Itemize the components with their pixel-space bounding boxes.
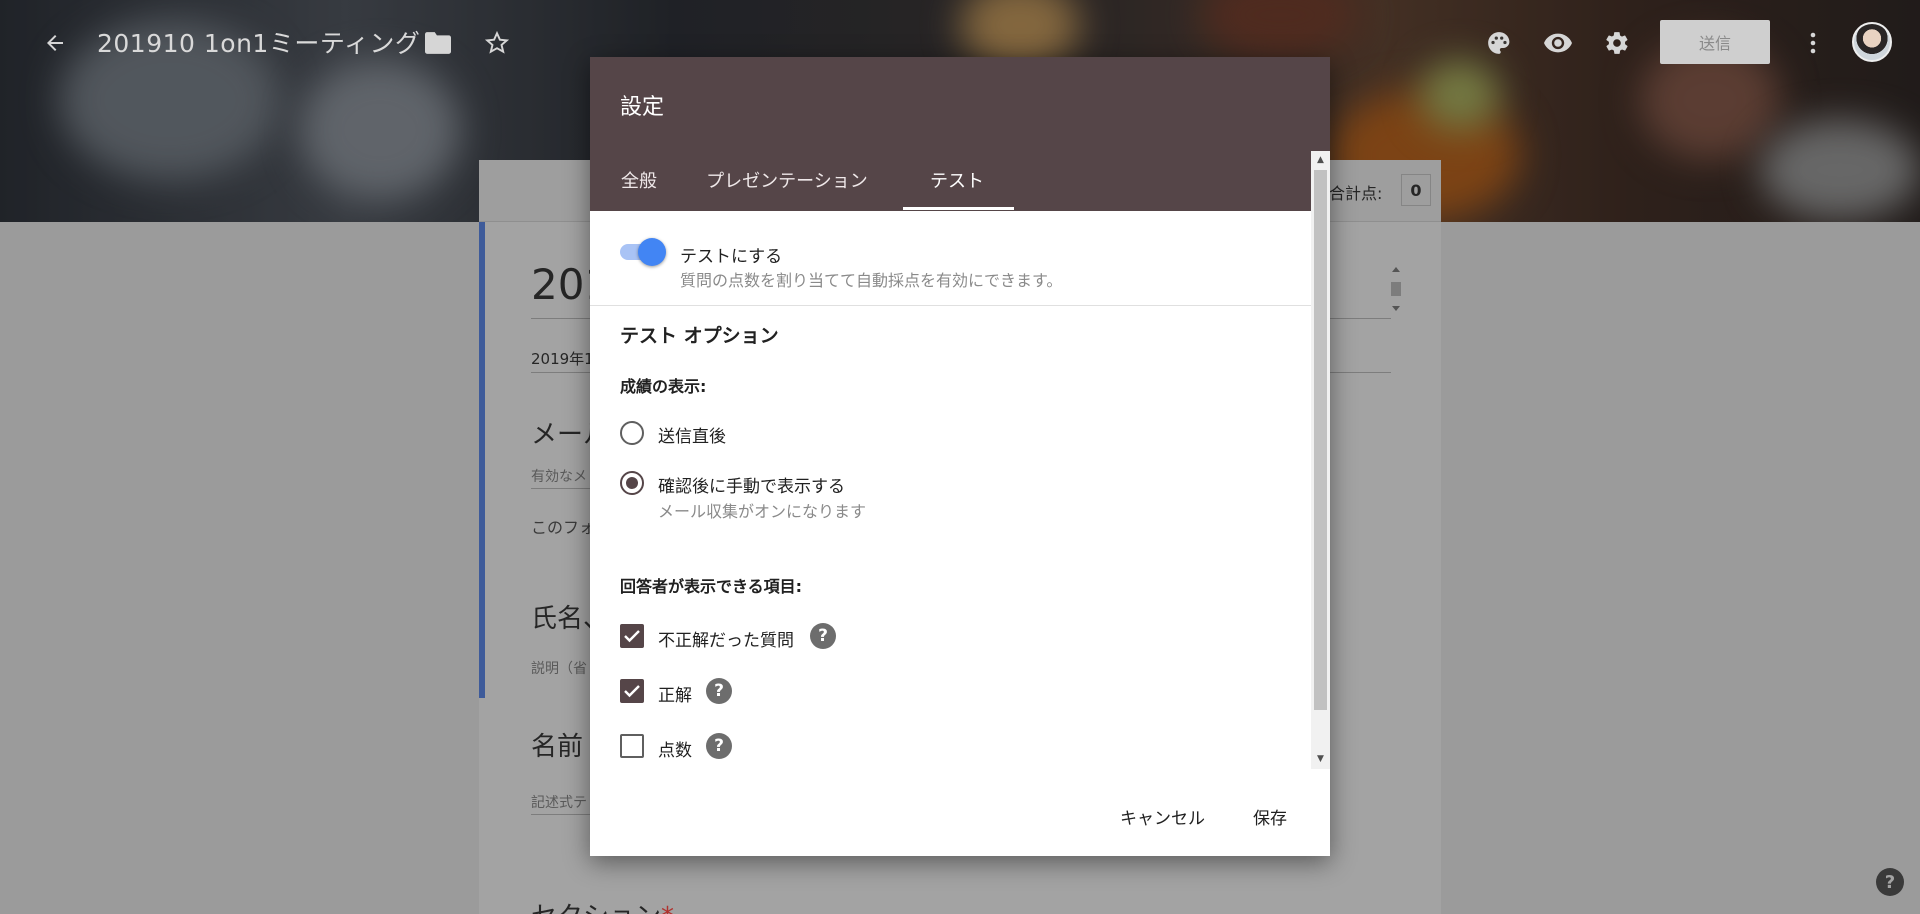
folder-icon[interactable] — [424, 30, 452, 56]
make-quiz-description: 質問の点数を割り当てて自動採点を有効にできます。 — [680, 271, 1063, 290]
email-note: このフォ — [531, 518, 596, 537]
form-description-field[interactable]: 2019年1 — [531, 348, 594, 369]
title-scroll[interactable] — [1389, 264, 1403, 314]
back-arrow-icon[interactable] — [40, 28, 70, 58]
save-button[interactable]: 保存 — [1253, 801, 1287, 831]
release-grade-label: 成績の表示: — [620, 377, 707, 396]
make-quiz-label: テストにする — [680, 247, 783, 267]
checkbox-missed-questions[interactable] — [620, 624, 644, 648]
help-icon[interactable]: ? — [706, 678, 732, 704]
radio-release-immediately[interactable] — [620, 421, 644, 445]
eye-icon[interactable] — [1542, 28, 1574, 58]
help-icon[interactable]: ? — [810, 623, 836, 649]
question-description[interactable]: 説明（省 — [531, 658, 587, 678]
active-item-rail — [479, 222, 485, 698]
tab-presentation[interactable]: プレゼンテーション — [702, 167, 872, 211]
total-points-label: 合計点: — [1329, 184, 1383, 203]
release-later-label[interactable]: 確認後に手動で表示する — [658, 472, 845, 497]
scroll-down-arrow-icon[interactable]: ▼ — [1314, 753, 1327, 765]
send-button[interactable]: 送信 — [1660, 20, 1770, 64]
make-quiz-toggle-knob[interactable] — [638, 238, 666, 266]
dialog-header: 設定 全般 プレゼンテーション テスト — [590, 57, 1330, 211]
tab-quizzes[interactable]: テスト — [902, 167, 1012, 211]
respondent-can-see-label: 回答者が表示できる項目: — [620, 577, 803, 596]
missed-questions-label[interactable]: 不正解だった質問 — [658, 626, 794, 651]
release-immediately-label[interactable]: 送信直後 — [658, 422, 726, 447]
scroll-up-arrow-icon[interactable]: ▲ — [1314, 154, 1327, 166]
question-title[interactable]: 名前 — [531, 726, 583, 763]
question-title[interactable]: セクション* — [531, 896, 674, 914]
cancel-button[interactable]: キャンセル — [1120, 801, 1205, 831]
radio-release-later[interactable] — [620, 471, 644, 495]
palette-icon[interactable] — [1484, 28, 1514, 58]
checkbox-correct-answers[interactable] — [620, 679, 644, 703]
point-values-label[interactable]: 点数 — [658, 736, 692, 761]
help-icon[interactable]: ? — [706, 733, 732, 759]
dialog-scroll-thumb[interactable] — [1314, 170, 1327, 710]
tab-general[interactable]: 全般 — [608, 167, 670, 211]
help-icon[interactable]: ? — [1876, 868, 1904, 896]
total-points-value: 0 — [1401, 174, 1431, 206]
dialog-title: 設定 — [620, 95, 665, 120]
quiz-options-heading: テスト オプション — [620, 325, 779, 347]
avatar[interactable] — [1852, 22, 1892, 62]
form-title[interactable]: 201910 1on1ミーティング — [97, 24, 420, 60]
star-icon[interactable] — [482, 28, 512, 58]
release-later-note: メール収集がオンになります — [658, 502, 867, 521]
more-vert-icon[interactable] — [1798, 28, 1828, 58]
gear-icon[interactable] — [1602, 28, 1632, 58]
checkbox-point-values[interactable] — [620, 734, 644, 758]
active-tab-indicator — [903, 207, 1014, 210]
email-hint: 有効なメ — [531, 469, 587, 485]
correct-answers-label[interactable]: 正解 — [658, 681, 692, 706]
short-answer-hint: 記述式テ — [531, 795, 587, 811]
settings-dialog: 設定 全般 プレゼンテーション テスト ▲ ▼ テストにする 質問の点数を割り当… — [590, 57, 1330, 856]
divider — [590, 305, 1311, 306]
